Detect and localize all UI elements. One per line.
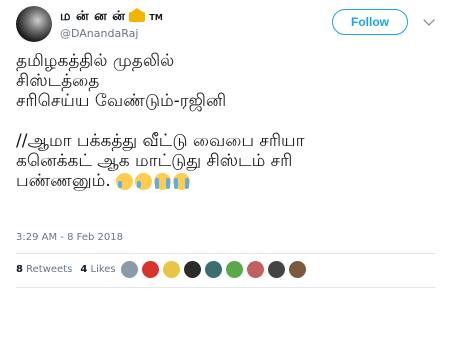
tweet-last-line: பண்ணனும். bbox=[16, 171, 111, 191]
tweet-text: தமிழகத்தில் முதலில் சிஸ்டத்தை சரிசெய்ய வ… bbox=[16, 51, 436, 191]
liker-avatar[interactable] bbox=[226, 261, 243, 278]
tweet-line: சிஸ்டத்தை bbox=[16, 71, 100, 91]
likes-stat[interactable]: 4 Likes bbox=[80, 264, 115, 275]
crown-icon bbox=[129, 8, 146, 22]
crying-face-icon bbox=[116, 172, 134, 190]
tweet-line: தமிழகத்தில் முதலில் bbox=[16, 51, 175, 71]
liker-avatar[interactable] bbox=[184, 261, 201, 278]
tweet-line: பண்ணனும். bbox=[16, 171, 436, 191]
retweets-label: Retweets bbox=[26, 264, 73, 275]
liker-avatars bbox=[121, 261, 306, 278]
display-name[interactable]: ம ன் ன ன் bbox=[60, 9, 125, 25]
chevron-down-icon[interactable] bbox=[423, 14, 435, 26]
liker-avatar[interactable] bbox=[205, 261, 222, 278]
likes-label: Likes bbox=[90, 264, 116, 275]
name-row: ம ன் ன ன் TM bbox=[60, 8, 163, 25]
tm-mark: TM bbox=[149, 12, 163, 22]
divider bbox=[16, 253, 436, 254]
tweet-line: சரிசெய்ய வேண்டும்-ரஜினி bbox=[16, 91, 227, 111]
divider bbox=[16, 287, 436, 288]
liker-avatar[interactable] bbox=[142, 261, 159, 278]
profile-avatar[interactable] bbox=[16, 6, 52, 42]
likes-count: 4 bbox=[80, 264, 88, 275]
liker-avatar[interactable] bbox=[121, 261, 138, 278]
emoji-row bbox=[116, 172, 191, 190]
sob-face-icon bbox=[154, 172, 172, 190]
sob-face-icon bbox=[173, 172, 191, 190]
retweets-stat[interactable]: 8 Retweets bbox=[16, 264, 72, 275]
tweet-line: //ஆமா பக்கத்து வீட்டு வைபை சரியா bbox=[16, 131, 305, 151]
liker-avatar[interactable] bbox=[247, 261, 264, 278]
liker-avatar[interactable] bbox=[163, 261, 180, 278]
liker-avatar[interactable] bbox=[289, 261, 306, 278]
retweets-count: 8 bbox=[16, 264, 23, 275]
tweet-stats: 8 Retweets 4 Likes bbox=[16, 264, 116, 275]
liker-avatar[interactable] bbox=[268, 261, 285, 278]
follow-button[interactable]: Follow bbox=[332, 9, 408, 35]
tweet-timestamp[interactable]: 3:29 AM - 8 Feb 2018 bbox=[16, 232, 123, 243]
user-handle[interactable]: @DAnandaRaj bbox=[60, 27, 138, 40]
crying-face-icon bbox=[135, 172, 153, 190]
tweet-line: கனெக்கட் ஆக மாட்டுது சிஸ்டம் சரி bbox=[16, 151, 293, 171]
